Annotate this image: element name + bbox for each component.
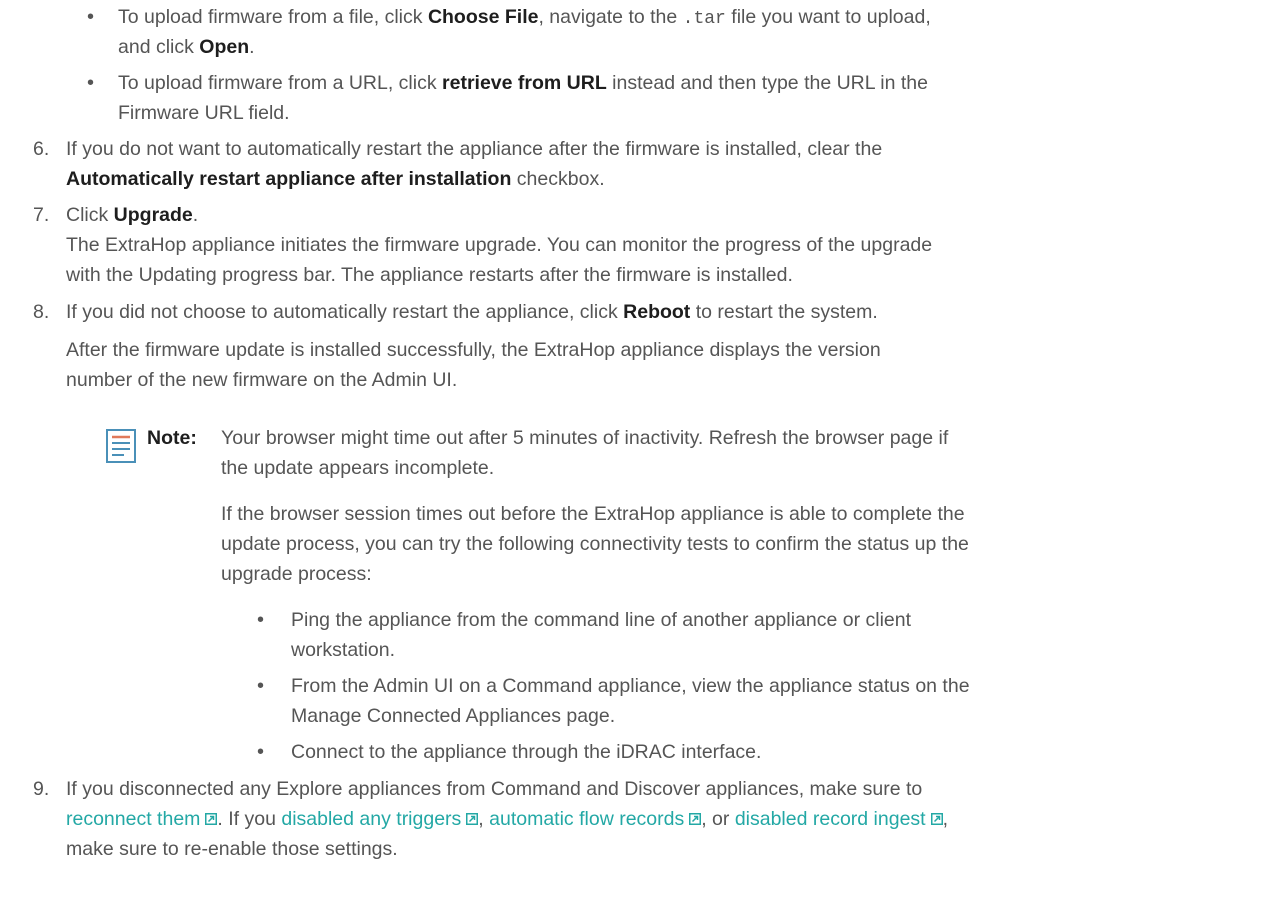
note-text-line1: Your browser might time out after 5 minu… xyxy=(221,427,949,449)
external-link-icon xyxy=(689,813,702,825)
step-number: 6. xyxy=(33,138,50,160)
bullet-marker: • xyxy=(87,72,95,94)
step-number: 7. xyxy=(33,204,50,226)
step-number: 8. xyxy=(33,301,50,323)
bullet-marker: • xyxy=(257,741,265,763)
text: instead and then type the URL in the xyxy=(606,72,928,94)
note-bullet1-line2: workstation. xyxy=(291,639,396,661)
note-para2-line1: If the browser session times out before … xyxy=(221,503,965,525)
upgrade-label: Upgrade xyxy=(113,204,193,226)
text: , xyxy=(942,808,949,830)
step-number: 9. xyxy=(33,778,50,800)
automatic-flow-records-link[interactable]: automatic flow records xyxy=(489,808,702,830)
bullet-marker: • xyxy=(257,675,265,697)
bullet-upload-url-line2: Firmware URL field. xyxy=(118,102,290,124)
external-link-icon xyxy=(205,813,218,825)
open-label: Open xyxy=(199,36,250,58)
text: , navigate to the xyxy=(538,6,683,28)
link-text: disabled record ingest xyxy=(734,808,926,830)
link-text: reconnect them xyxy=(66,808,201,830)
text: Click xyxy=(66,204,114,226)
text: To upload firmware from a URL, click xyxy=(118,72,443,94)
reconnect-them-link[interactable]: reconnect them xyxy=(66,808,218,830)
note-label: Note: xyxy=(147,427,197,449)
external-link-icon xyxy=(930,813,943,825)
bullet-upload-file-line1: To upload firmware from a file, click Ch… xyxy=(118,3,931,34)
text: , or xyxy=(701,808,735,830)
step8-para-line1: After the firmware update is installed s… xyxy=(66,339,881,361)
note-para2-line3: upgrade process: xyxy=(221,563,372,585)
note-bullet2-line2: Manage Connected Appliances page. xyxy=(291,705,616,727)
reboot-label: Reboot xyxy=(623,301,691,323)
note-bullet1-line1: Ping the appliance from the command line… xyxy=(291,609,912,631)
step7-para-line2: with the Updating progress bar. The appl… xyxy=(66,264,793,286)
note-icon xyxy=(106,429,136,463)
step9-line2: reconnect them . If you disabled any trig… xyxy=(66,805,948,834)
text: . xyxy=(192,204,199,226)
text: . xyxy=(249,36,255,58)
note-text-line2: the update appears incomplete. xyxy=(221,457,495,479)
choose-file-label: Choose File xyxy=(427,6,539,28)
step9-line3: make sure to re-enable those settings. xyxy=(66,838,398,860)
step7-line1: Click Upgrade. xyxy=(66,201,198,230)
text: file you want to upload, xyxy=(725,6,931,28)
step9-line1: If you disconnected any Explore applianc… xyxy=(66,778,923,800)
disabled-record-ingest-link[interactable]: disabled record ingest xyxy=(735,808,943,830)
auto-restart-checkbox-label: Automatically restart appliance after in… xyxy=(66,168,512,190)
link-text: disabled any triggers xyxy=(281,808,462,830)
note-bullet2-line1: From the Admin UI on a Command appliance… xyxy=(291,675,970,697)
external-link-icon xyxy=(466,813,479,825)
disabled-triggers-link[interactable]: disabled any triggers xyxy=(281,808,479,830)
text: If you did not choose to automatically r… xyxy=(66,301,624,323)
link-text: automatic flow records xyxy=(489,808,685,830)
retrieve-from-url-label: retrieve from URL xyxy=(442,72,607,94)
step8-line1: If you did not choose to automatically r… xyxy=(66,298,878,327)
document-page: • To upload firmware from a file, click … xyxy=(0,0,1282,905)
text: and click xyxy=(118,36,200,58)
note-bullet3-line1: Connect to the appliance through the iDR… xyxy=(291,741,762,763)
step6-line1: If you do not want to automatically rest… xyxy=(66,138,883,160)
step8-para-line2: number of the new firmware on the Admin … xyxy=(66,369,458,391)
bullet-marker: • xyxy=(87,6,95,28)
text: checkbox. xyxy=(511,168,605,190)
bullet-upload-file-line2: and click Open. xyxy=(118,33,255,62)
text: To upload firmware from a file, click xyxy=(118,6,428,28)
step7-para-line1: The ExtraHop appliance initiates the fir… xyxy=(66,234,933,256)
text: . If you xyxy=(217,808,282,830)
tar-code: .tar xyxy=(682,9,726,29)
bullet-upload-url-line1: To upload firmware from a URL, click ret… xyxy=(118,69,928,98)
note-para2-line2: update process, you can try the followin… xyxy=(221,533,969,555)
note-line1: Note: xyxy=(147,424,197,453)
bullet-marker: • xyxy=(257,609,265,631)
text: , xyxy=(478,808,490,830)
step6-line2: Automatically restart appliance after in… xyxy=(66,165,605,194)
text: to restart the system. xyxy=(690,301,878,323)
